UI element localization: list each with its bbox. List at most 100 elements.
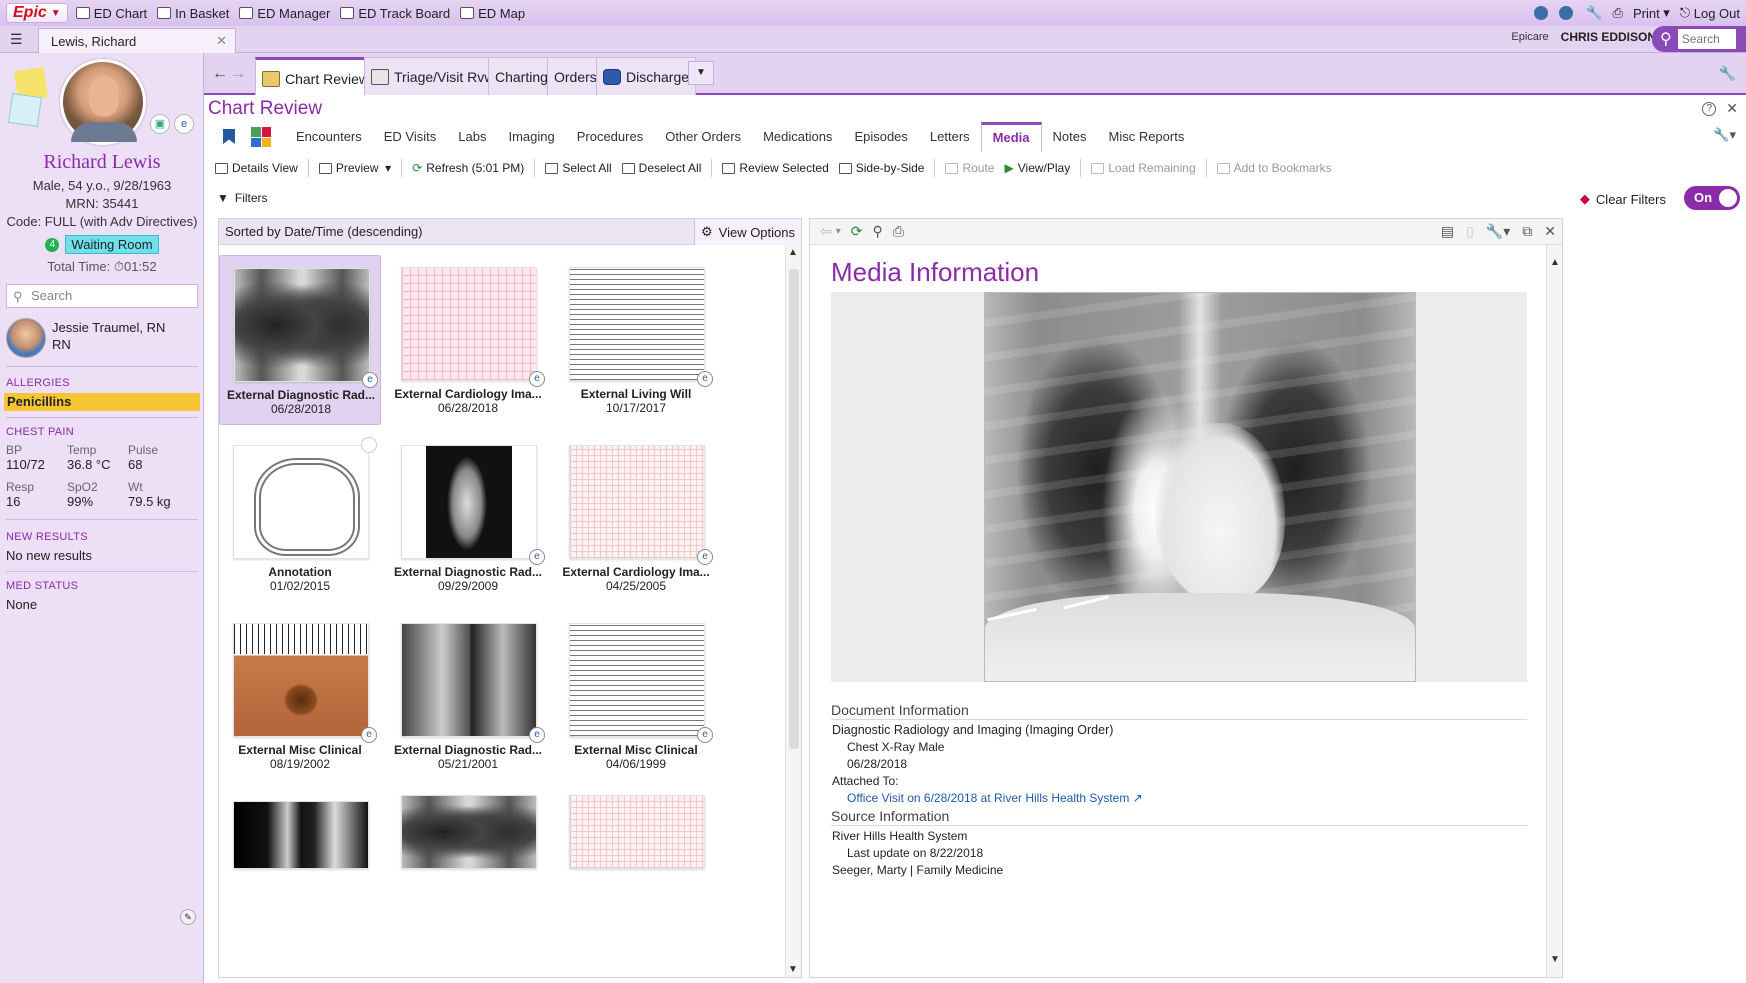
close-icon[interactable]: ✕ xyxy=(216,33,227,49)
close-icon[interactable]: ✕ xyxy=(1544,223,1556,240)
ed-manager-button[interactable]: ED Manager xyxy=(239,6,330,21)
allergies-heading[interactable]: ALLERGIES xyxy=(6,377,70,389)
epic-menu-button[interactable]: Epic ▼ xyxy=(6,3,68,23)
tab-misc-reports[interactable]: Misc Reports xyxy=(1097,123,1195,151)
download-icon[interactable] xyxy=(1534,6,1549,20)
tab-media[interactable]: Media xyxy=(980,122,1042,152)
printer-icon[interactable]: ⎙ xyxy=(1613,5,1623,21)
side-by-side-button[interactable]: Side-by-Side xyxy=(838,161,924,175)
tab-procedures[interactable]: Procedures xyxy=(566,123,654,151)
tab-labs[interactable]: Labs xyxy=(447,123,497,151)
room-badge[interactable]: Waiting Room xyxy=(65,235,159,254)
tab-ed-visits[interactable]: ED Visits xyxy=(373,123,448,151)
patient-tab[interactable]: Lewis, Richard ✕ xyxy=(38,28,236,53)
help-icon[interactable]: ? xyxy=(1702,101,1717,116)
print-button[interactable]: Print ▾ xyxy=(1633,5,1670,21)
ed-map-button[interactable]: ED Map xyxy=(460,6,525,21)
media-card[interactable]: e External Living Will 10/17/2017 xyxy=(555,255,717,425)
scroll-down-icon[interactable]: ▼ xyxy=(1550,954,1560,965)
media-card[interactable] xyxy=(219,789,381,869)
media-card[interactable]: e External Diagnostic Rad... 09/29/2009 xyxy=(387,433,549,603)
filters-button[interactable]: ▼ Filters xyxy=(217,191,268,205)
route-button[interactable]: Route xyxy=(945,161,995,175)
tab-notes[interactable]: Notes xyxy=(1042,123,1098,151)
logout-button[interactable]: ⎋ Log Out xyxy=(1680,5,1740,21)
monitor-icon[interactable]: ▣ xyxy=(150,114,170,134)
view-options-button[interactable]: ⚙ View Options xyxy=(693,219,801,245)
layout-icon[interactable]: ▤ xyxy=(1441,223,1454,240)
view-play-button[interactable]: ▶ View/Play xyxy=(1005,161,1071,175)
back-arrow-icon[interactable]: ⇦ xyxy=(820,223,832,240)
scroll-down-icon[interactable]: ▼ xyxy=(788,964,798,975)
menu-icon[interactable]: ☰ xyxy=(10,31,30,47)
wrench-icon[interactable]: 🔧 xyxy=(1586,5,1602,21)
media-card[interactable]: e External Cardiology Ima... 04/25/2005 xyxy=(555,433,717,603)
details-view-button[interactable]: Details View xyxy=(215,161,298,175)
close-icon[interactable]: ✕ xyxy=(1726,100,1738,117)
tab-other-orders[interactable]: Other Orders xyxy=(654,123,752,151)
bookmark-icon[interactable] xyxy=(361,437,377,453)
media-card[interactable]: e External Diagnostic Rad... 05/21/2001 xyxy=(387,611,549,781)
global-search[interactable]: ⚲ xyxy=(1652,26,1746,52)
forward-arrow-icon[interactable]: → xyxy=(230,65,246,82)
wrench-icon[interactable]: 🔧▾ xyxy=(1713,127,1736,143)
refresh-icon[interactable]: ⟳ xyxy=(851,223,863,240)
tab-episodes[interactable]: Episodes xyxy=(843,123,918,151)
scroll-up-icon[interactable]: ▲ xyxy=(1550,257,1560,268)
tab-letters[interactable]: Letters xyxy=(919,123,981,151)
bookmark-icon[interactable] xyxy=(221,127,241,147)
chief-complaint-heading[interactable]: CHEST PAIN xyxy=(6,426,74,438)
tab-encounters[interactable]: Encounters xyxy=(285,123,373,151)
allergy-item[interactable]: Penicillins xyxy=(4,393,200,411)
filters-toggle[interactable]: On xyxy=(1684,186,1740,210)
globe-icon[interactable] xyxy=(1559,6,1574,20)
chest-xray-image[interactable] xyxy=(984,292,1416,682)
in-basket-button[interactable]: In Basket xyxy=(157,6,229,21)
pencil-icon[interactable]: ✎ xyxy=(180,909,196,925)
media-card[interactable]: e External Cardiology Ima... 06/28/2018 xyxy=(387,255,549,425)
preview-toggle[interactable]: Preview ▾ xyxy=(318,161,391,175)
deselect-all-button[interactable]: Deselect All xyxy=(621,161,701,175)
patient-name[interactable]: Richard Lewis xyxy=(0,151,204,174)
grid-scrollbar[interactable]: ▲ ▼ xyxy=(785,245,801,977)
scroll-thumb[interactable] xyxy=(789,269,799,749)
back-arrow-icon[interactable]: ← xyxy=(212,65,228,82)
media-card[interactable] xyxy=(555,783,717,869)
preview-scrollbar[interactable]: ▲ ▼ xyxy=(1546,245,1562,977)
care-team-nurse[interactable]: Jessie Traumel, RN RN xyxy=(6,316,202,360)
med-status-heading[interactable]: MED STATUS xyxy=(6,580,78,592)
zoom-icon[interactable]: ⚲ xyxy=(873,223,883,240)
sidebar-search-input[interactable]: ⚲ Search xyxy=(6,284,198,308)
add-to-bookmarks-button[interactable]: Add to Bookmarks xyxy=(1216,161,1332,175)
media-card[interactable]: Annotation 01/02/2015 xyxy=(219,433,381,603)
ed-chart-button[interactable]: ED Chart xyxy=(75,6,147,21)
refresh-button[interactable]: ⟳ Refresh (5:01 PM) xyxy=(412,161,524,175)
synopsis-icon[interactable] xyxy=(251,127,271,147)
chevron-down-icon[interactable]: ▾ xyxy=(836,226,841,237)
panel-icon[interactable]: ▯ xyxy=(1466,223,1474,240)
image-viewer[interactable] xyxy=(831,292,1527,682)
media-card[interactable]: e External Misc Clinical 04/06/1999 xyxy=(555,611,717,781)
global-search-input[interactable] xyxy=(1677,29,1736,49)
media-card[interactable] xyxy=(387,783,549,869)
new-results-heading[interactable]: NEW RESULTS xyxy=(6,531,88,543)
media-card[interactable]: e External Misc Clinical 08/19/2002 xyxy=(219,611,381,781)
ed-track-board-button[interactable]: ED Track Board xyxy=(340,6,450,21)
more-tabs-button[interactable]: ▼ xyxy=(688,61,714,85)
load-remaining-button[interactable]: Load Remaining xyxy=(1091,161,1196,175)
popout-icon[interactable]: ⧉ xyxy=(1522,223,1532,240)
wrench-icon[interactable]: 🔧▾ xyxy=(1486,223,1510,240)
attached-encounter-link[interactable]: Office Visit on 6/28/2018 at River Hills… xyxy=(847,791,1143,805)
note-icon[interactable] xyxy=(8,93,42,127)
tab-discharge[interactable]: Discharge xyxy=(596,57,697,95)
wrench-icon[interactable]: 🔧 xyxy=(1719,65,1736,82)
tab-chart-review[interactable]: Chart Review xyxy=(255,57,377,97)
epic-care-icon[interactable]: e xyxy=(174,114,194,134)
select-all-button[interactable]: Select All xyxy=(545,161,612,175)
tab-medications[interactable]: Medications xyxy=(752,123,843,151)
review-selected-button[interactable]: Review Selected xyxy=(722,161,829,175)
tab-imaging[interactable]: Imaging xyxy=(497,123,565,151)
printer-icon[interactable]: ⎙ xyxy=(893,223,904,240)
media-card[interactable]: e External Diagnostic Rad... 06/28/2018 xyxy=(219,255,381,425)
clear-filters-button[interactable]: ◆ Clear Filters xyxy=(1580,191,1666,207)
